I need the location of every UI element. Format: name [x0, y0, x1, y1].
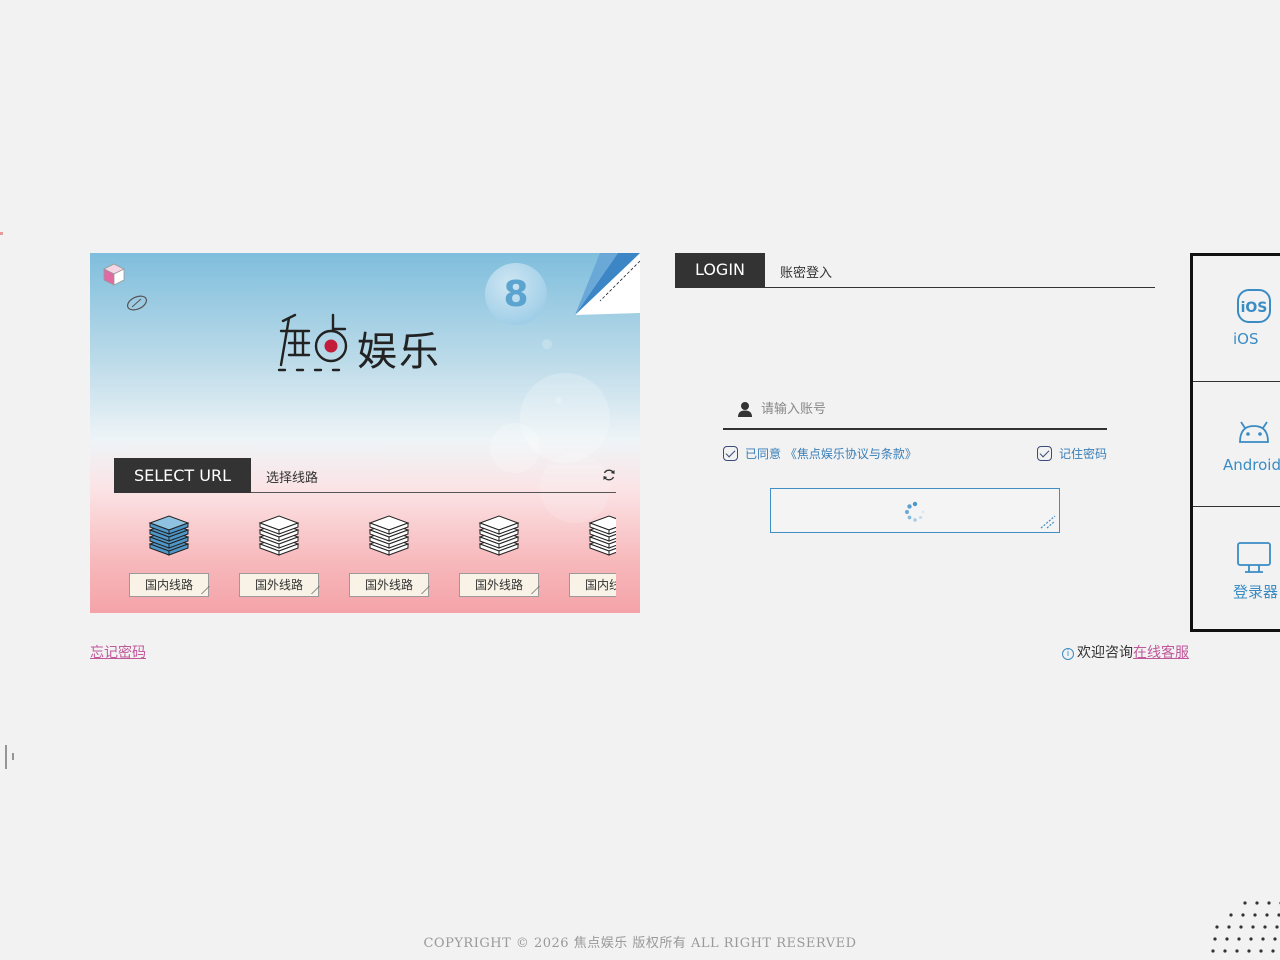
remember-password-checkbox[interactable]: 记住密码 — [1037, 446, 1117, 462]
line-item[interactable]: 国内线路 — [569, 515, 616, 601]
online-service-link[interactable]: 在线客服 — [1133, 645, 1189, 661]
account-field — [723, 393, 1107, 430]
consult-text: 欢迎咨询 — [1077, 645, 1133, 661]
server-stack-icon — [148, 515, 190, 556]
login-tab-desc: 账密登入 — [780, 266, 833, 281]
dot-pattern-decoration — [1211, 901, 1280, 953]
android-app-label: Android — [1223, 456, 1280, 474]
select-url-desc: 选择线路 — [266, 471, 319, 486]
ball-eight-decoration: 8 — [485, 263, 547, 325]
login-submit-button[interactable] — [770, 488, 1060, 533]
loading-spinner-icon — [904, 501, 925, 522]
server-stack-icon — [588, 515, 616, 556]
user-icon — [738, 402, 752, 417]
select-url-tab[interactable]: SELECT URL — [114, 458, 251, 493]
corner-decoration-icon — [1040, 515, 1056, 529]
line-button[interactable]: 国外线路 — [459, 573, 539, 597]
ios-app-item[interactable]: iOS iOS — [1193, 256, 1280, 380]
android-app-item[interactable]: Android — [1193, 381, 1280, 505]
copyright-text: COPYRIGHT © 2026 焦点娱乐 版权所有 ALL RIGHT RES… — [423, 936, 857, 951]
line-select-banner: 8 娱乐 SELECT URL 选择线路 国内线路 国外线路 国外线路 国外线路 国内线… — [90, 253, 640, 613]
android-icon — [1239, 421, 1269, 443]
line-item[interactable]: 国内线路 — [129, 515, 211, 601]
remember-check-icon — [1037, 446, 1052, 461]
desktop-launcher-item[interactable]: 登录器 — [1193, 506, 1280, 630]
server-stack-icon — [368, 515, 410, 556]
account-input[interactable] — [761, 397, 1101, 421]
info-icon: i — [1062, 648, 1074, 660]
server-stack-icon — [478, 515, 520, 556]
agree-terms-checkbox[interactable]: 已同意 《焦点娱乐协议与条款》 — [723, 446, 943, 462]
login-tab[interactable]: LOGIN — [675, 253, 765, 288]
paper-plane-decoration-icon — [575, 253, 640, 315]
login-header: LOGIN 账密登入 — [675, 253, 1155, 288]
agree-check-icon — [723, 446, 738, 461]
brand-logo-mark-icon — [277, 313, 348, 372]
desktop-launcher-label: 登录器 — [1233, 583, 1279, 601]
line-item[interactable]: 国外线路 — [459, 515, 541, 601]
bars-decoration-icon — [5, 745, 14, 769]
app-download-panel: iOS iOS Android 登录器 — [1190, 253, 1280, 632]
brand-name-text: 娱乐 — [357, 329, 441, 375]
monitor-icon — [1237, 542, 1271, 573]
line-list: 国内线路 国外线路 国外线路 国外线路 国内线路 — [129, 515, 616, 601]
line-button[interactable]: 国外线路 — [349, 573, 429, 597]
customer-service-row: i 欢迎咨询在线客服 — [1062, 642, 1189, 662]
line-item[interactable]: 国外线路 — [349, 515, 431, 601]
ios-icon: iOS — [1237, 289, 1271, 323]
ball-number: 8 — [503, 273, 529, 315]
select-url-bar: SELECT URL 选择线路 — [114, 458, 616, 493]
refresh-icon[interactable] — [602, 468, 616, 482]
forgot-password-link[interactable]: 忘记密码 — [90, 642, 146, 662]
line-button[interactable]: 国内线路 — [569, 573, 616, 597]
line-button[interactable]: 国内线路 — [129, 573, 209, 597]
ios-badge-text: iOS — [1241, 300, 1268, 316]
brand-logo: 娱乐 — [275, 313, 455, 375]
line-button[interactable]: 国外线路 — [239, 573, 319, 597]
remember-password-label: 记住密码 — [1059, 447, 1108, 461]
cube-decoration-icon — [103, 263, 125, 286]
line-item[interactable]: 国外线路 — [239, 515, 321, 601]
edge-decoration — [0, 232, 3, 235]
ios-app-label: iOS — [1233, 330, 1259, 348]
agree-terms-label[interactable]: 已同意 《焦点娱乐协议与条款》 — [745, 446, 917, 462]
pill-decoration-icon — [126, 295, 148, 311]
server-stack-icon — [258, 515, 300, 556]
